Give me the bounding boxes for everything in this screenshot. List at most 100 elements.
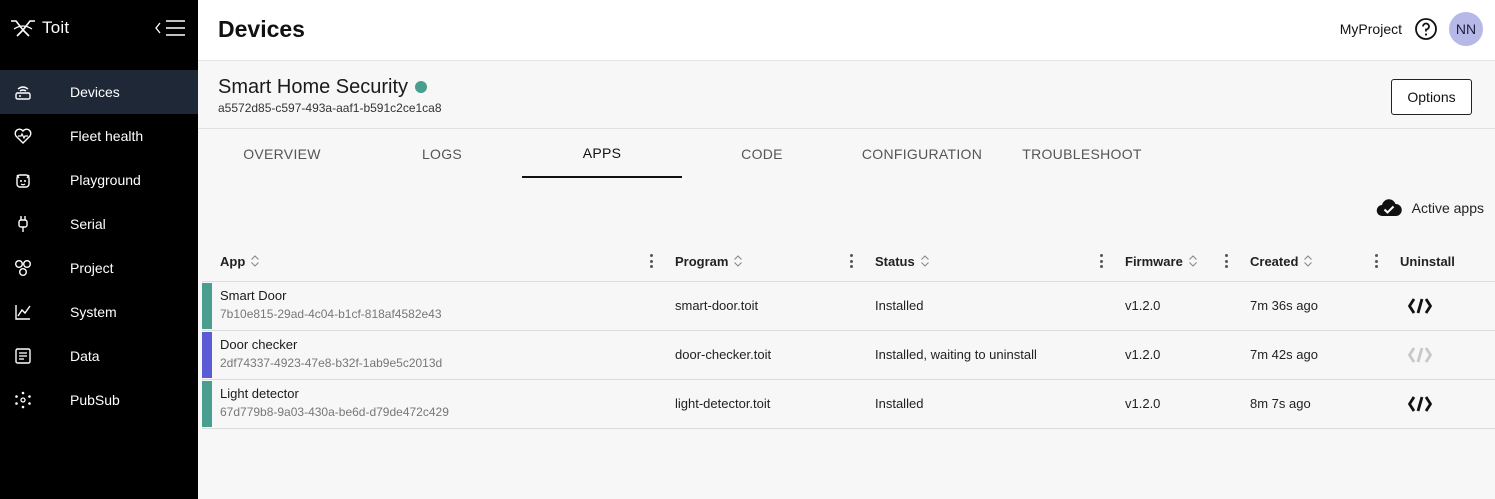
project-selector[interactable]: MyProject: [1340, 21, 1402, 37]
tab-code[interactable]: CODE: [682, 130, 842, 178]
app-created: 8m 7s ago: [1250, 396, 1311, 411]
app-firmware: v1.2.0: [1125, 396, 1161, 411]
brand-logo[interactable]: Toit: [10, 14, 69, 42]
app-program: light-detector.toit: [675, 396, 771, 411]
column-menu-icon[interactable]: [1371, 253, 1381, 269]
sidebar-item-data[interactable]: Data: [0, 334, 198, 378]
sidebar-item-project[interactable]: Project: [0, 246, 198, 290]
line-chart-icon: [0, 290, 70, 334]
app-name: Door checker: [220, 337, 298, 352]
app-status: Installed, waiting to uninstall: [875, 347, 1037, 362]
column-label: App: [220, 253, 246, 269]
column-header-uninstall: Uninstall: [1400, 240, 1455, 282]
column-menu-icon[interactable]: [1221, 253, 1231, 269]
document-list-icon: [0, 334, 70, 378]
heart-pulse-icon: [0, 114, 70, 158]
app-firmware: v1.2.0: [1125, 347, 1161, 362]
apps-table: App Program Status Firmware Created Unin…: [202, 240, 1495, 429]
tab-configuration[interactable]: CONFIGURATION: [842, 130, 1002, 178]
sort-icon: [1188, 255, 1198, 267]
hub-network-icon: [0, 378, 70, 422]
sidebar-item-label: Fleet health: [70, 128, 144, 144]
uninstall-disabled-icon: [1408, 344, 1432, 366]
sidebar-item-label: Devices: [70, 84, 120, 100]
sidebar-item-label: Data: [70, 348, 100, 364]
app-created: 7m 42s ago: [1250, 347, 1318, 362]
column-menu-icon[interactable]: [1096, 253, 1106, 269]
app-status: Installed: [875, 298, 924, 313]
app-program: smart-door.toit: [675, 298, 759, 313]
column-menu-icon[interactable]: [646, 253, 656, 269]
sidebar-item-label: Serial: [70, 216, 106, 232]
sort-icon: [250, 255, 260, 267]
row-status-bar: [202, 381, 212, 427]
column-label: Program: [675, 253, 729, 269]
app-firmware: v1.2.0: [1125, 298, 1161, 313]
toit-logo-icon: [11, 20, 35, 37]
tab-troubleshoot[interactable]: TROUBLESHOOT: [1002, 130, 1162, 178]
options-button[interactable]: Options: [1391, 79, 1472, 115]
app-created: 7m 36s ago: [1250, 298, 1318, 313]
sidebar-nav: Devices Fleet health Playground Serial P…: [0, 70, 198, 422]
column-header-firmware[interactable]: Firmware: [1125, 240, 1198, 282]
collapse-menu-icon: [155, 20, 185, 36]
column-label: Firmware: [1125, 253, 1183, 269]
tab-apps[interactable]: APPS: [522, 130, 682, 178]
app-id: 67d779b8-9a03-430a-be6d-d79de472c429: [220, 405, 449, 419]
table-header: App Program Status Firmware Created Unin…: [202, 240, 1495, 282]
sort-icon: [733, 255, 743, 267]
tab-overview[interactable]: OVERVIEW: [202, 130, 362, 178]
brand-name: Toit: [42, 18, 70, 37]
page-title: Devices: [218, 16, 305, 42]
column-menu-icon[interactable]: [846, 253, 856, 269]
table-row[interactable]: Smart Door 7b10e815-29ad-4c04-b1cf-818af…: [202, 282, 1495, 331]
column-label: Status: [875, 253, 915, 269]
uninstall-icon[interactable]: [1408, 393, 1432, 415]
sidebar-item-label: Playground: [70, 172, 141, 188]
device-name: Smart Home Security: [218, 76, 409, 98]
table-row[interactable]: Door checker 2df74337-4923-47e8-b32f-1ab…: [202, 331, 1495, 380]
column-header-app[interactable]: App: [220, 240, 260, 282]
row-status-bar: [202, 332, 212, 378]
active-apps-toggle[interactable]: Active apps: [1376, 199, 1484, 217]
sidebar-item-playground[interactable]: Playground: [0, 158, 198, 202]
sort-icon: [920, 255, 930, 267]
sidebar-item-label: PubSub: [70, 392, 120, 408]
avatar[interactable]: NN: [1449, 12, 1483, 46]
cat-face-icon: [0, 158, 70, 202]
collapse-sidebar-button[interactable]: [154, 17, 186, 39]
sidebar-item-system[interactable]: System: [0, 290, 198, 334]
tab-logs[interactable]: LOGS: [362, 130, 522, 178]
column-header-created[interactable]: Created: [1250, 240, 1313, 282]
sidebar: Toit Devices Fleet health Playground Ser…: [0, 0, 198, 499]
device-id: a5572d85-c597-493a-aaf1-b591c2ce1ca8: [218, 101, 442, 115]
sidebar-item-fleet-health[interactable]: Fleet health: [0, 114, 198, 158]
usb-plug-icon: [0, 202, 70, 246]
uninstall-icon[interactable]: [1408, 295, 1432, 317]
top-header: Devices MyProject NN: [198, 0, 1495, 61]
sidebar-item-serial[interactable]: Serial: [0, 202, 198, 246]
sidebar-item-pubsub[interactable]: PubSub: [0, 378, 198, 422]
column-label: Created: [1250, 253, 1299, 269]
column-label: Uninstall: [1400, 253, 1455, 269]
column-header-status[interactable]: Status: [875, 240, 930, 282]
project-circles-icon: [0, 246, 70, 290]
app-status: Installed: [875, 396, 924, 411]
active-apps-label: Active apps: [1411, 200, 1484, 216]
device-tabs: OVERVIEW LOGS APPS CODE CONFIGURATION TR…: [202, 130, 1162, 178]
sidebar-item-devices[interactable]: Devices: [0, 70, 198, 114]
sort-icon: [1303, 255, 1313, 267]
table-row[interactable]: Light detector 67d779b8-9a03-430a-be6d-d…: [202, 380, 1495, 429]
device-header: Smart Home Security a5572d85-c597-493a-a…: [198, 62, 1495, 129]
sidebar-item-label: System: [70, 304, 117, 320]
device-status-dot: [415, 81, 427, 93]
router-icon: [0, 70, 70, 114]
sidebar-item-label: Project: [70, 260, 114, 276]
app-name: Smart Door: [220, 288, 287, 303]
app-name: Light detector: [220, 386, 299, 401]
column-header-program[interactable]: Program: [675, 240, 743, 282]
help-icon[interactable]: [1414, 17, 1438, 41]
cloud-check-icon: [1376, 199, 1402, 217]
app-id: 2df74337-4923-47e8-b32f-1ab9e5c2013d: [220, 356, 443, 370]
app-id: 7b10e815-29ad-4c04-b1cf-818af4582e43: [220, 307, 442, 321]
